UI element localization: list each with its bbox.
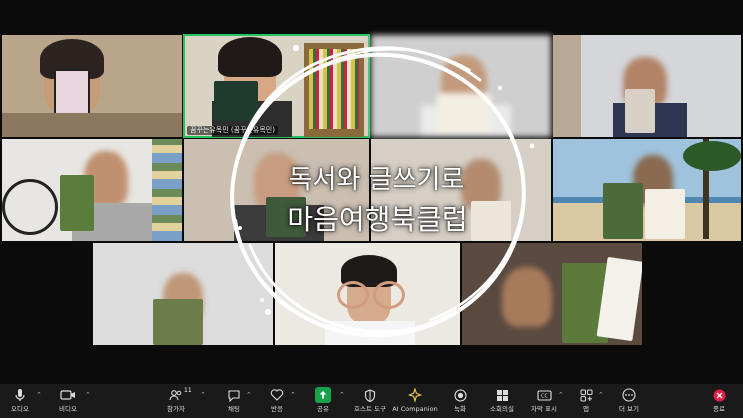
shield-icon bbox=[362, 387, 378, 403]
reactions-chevron-icon[interactable]: ⌃ bbox=[290, 391, 296, 399]
heart-icon bbox=[269, 387, 285, 403]
book-held bbox=[603, 183, 643, 239]
book-held bbox=[437, 93, 491, 133]
meeting-toolbar: 오디오 ⌃ 비디오 ⌃ 참가자 11 ⌃ 채팅 ⌃ 반응 ⌃ 공유 ⌃ 호스트 … bbox=[0, 384, 743, 418]
video-label: 비디오 bbox=[59, 405, 77, 413]
video-tile-4[interactable] bbox=[553, 35, 741, 137]
participants-label: 참가자 bbox=[167, 405, 185, 413]
captions-button[interactable]: CC 자막 표시 bbox=[528, 384, 560, 418]
record-icon bbox=[452, 387, 468, 403]
book-held bbox=[266, 197, 306, 237]
video-tile-3[interactable] bbox=[371, 35, 551, 137]
video-button[interactable]: 비디오 bbox=[54, 384, 82, 418]
breakout-rooms-button[interactable]: 소회의실 bbox=[487, 384, 517, 418]
captions-chevron-icon[interactable]: ⌃ bbox=[558, 391, 564, 399]
bicycle-wheel bbox=[2, 179, 58, 235]
apps-icon bbox=[578, 387, 594, 403]
share-label: 공유 bbox=[317, 405, 329, 413]
video-tile-11[interactable] bbox=[462, 243, 642, 345]
ai-companion-button[interactable]: AI Companion bbox=[392, 384, 438, 418]
microphone-icon bbox=[12, 387, 28, 403]
ai-companion-label: AI Companion bbox=[392, 405, 438, 413]
video-tile-9[interactable] bbox=[93, 243, 273, 345]
audio-label: 오디오 bbox=[11, 405, 29, 413]
video-tile-2-active-speaker[interactable]: 꿈꾸는유목민 (꿈꾸는유목민) bbox=[183, 34, 370, 138]
shirt bbox=[2, 113, 182, 137]
breakout-rooms-label: 소회의실 bbox=[490, 405, 514, 413]
host-tools-label: 호스트 도구 bbox=[354, 405, 386, 413]
audio-options-chevron-icon[interactable]: ⌃ bbox=[36, 391, 42, 399]
bookshelf bbox=[152, 139, 182, 241]
chat-button[interactable]: 채팅 bbox=[222, 384, 246, 418]
share-chevron-icon[interactable]: ⌃ bbox=[339, 391, 345, 399]
chat-bubble-icon bbox=[226, 387, 242, 403]
book-spines bbox=[309, 49, 359, 129]
participants-chevron-icon[interactable]: ⌃ bbox=[200, 391, 206, 399]
grid-icon bbox=[494, 387, 510, 403]
participant-figure bbox=[502, 267, 552, 327]
more-label: 더 보기 bbox=[618, 405, 639, 413]
apps-chevron-icon[interactable]: ⌃ bbox=[598, 391, 604, 399]
video-tile-1[interactable] bbox=[2, 35, 182, 137]
more-button[interactable]: 더 보기 bbox=[615, 384, 643, 418]
top-strip bbox=[0, 0, 743, 34]
video-tile-10[interactable] bbox=[275, 243, 460, 345]
video-tile-5[interactable] bbox=[2, 139, 182, 241]
shirt bbox=[325, 321, 415, 345]
chat-chevron-icon[interactable]: ⌃ bbox=[246, 391, 252, 399]
video-options-chevron-icon[interactable]: ⌃ bbox=[85, 391, 91, 399]
video-tile-7[interactable] bbox=[371, 139, 551, 241]
book-held bbox=[60, 175, 94, 231]
record-button[interactable]: 녹화 bbox=[448, 384, 472, 418]
book-held bbox=[153, 299, 203, 345]
end-meeting-button[interactable]: 종료 bbox=[706, 384, 732, 418]
audio-button[interactable]: 오디오 bbox=[6, 384, 34, 418]
video-camera-icon bbox=[60, 387, 76, 403]
book-page bbox=[645, 189, 685, 239]
hand-glasses-right bbox=[373, 281, 405, 309]
apps-button[interactable]: 앱 bbox=[576, 384, 596, 418]
participants-count: 11 bbox=[184, 387, 192, 394]
host-tools-button[interactable]: 호스트 도구 bbox=[350, 384, 390, 418]
svg-text:CC: CC bbox=[541, 393, 548, 399]
reactions-button[interactable]: 반응 bbox=[265, 384, 289, 418]
video-tile-8[interactable] bbox=[553, 139, 741, 241]
wall bbox=[553, 35, 581, 137]
more-dots-icon bbox=[621, 387, 637, 403]
close-icon bbox=[711, 387, 727, 403]
end-label: 종료 bbox=[713, 405, 725, 413]
closed-captions-icon: CC bbox=[536, 387, 552, 403]
reactions-label: 반응 bbox=[271, 405, 283, 413]
apps-label: 앱 bbox=[583, 405, 589, 413]
book-held bbox=[625, 89, 655, 133]
share-screen-icon bbox=[315, 387, 331, 403]
captions-label: 자막 표시 bbox=[531, 405, 557, 413]
hand-glasses-left bbox=[337, 281, 369, 309]
record-label: 녹화 bbox=[454, 405, 466, 413]
sparkle-icon bbox=[407, 387, 423, 403]
palm-leaves bbox=[683, 141, 741, 171]
book-held bbox=[471, 201, 511, 241]
book-held bbox=[214, 81, 258, 121]
share-button[interactable]: 공유 bbox=[310, 384, 336, 418]
hair bbox=[218, 37, 282, 77]
video-tile-6[interactable] bbox=[184, 139, 369, 241]
participants-icon bbox=[168, 387, 184, 403]
participant-name: 꿈꾸는유목민 (꿈꾸는유목민) bbox=[187, 126, 278, 135]
chat-label: 채팅 bbox=[228, 405, 240, 413]
